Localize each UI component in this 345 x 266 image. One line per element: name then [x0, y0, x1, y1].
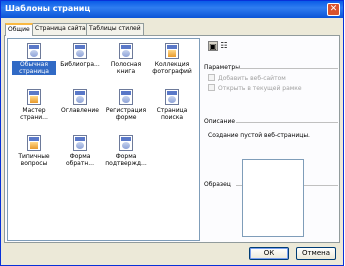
template-label: Оглавление [61, 107, 99, 114]
photo-gallery-page-icon [165, 43, 179, 59]
description-text: Создание пустой веб-страницы. [208, 132, 310, 139]
template-item[interactable]: Страница поиска [150, 89, 194, 131]
checkbox-label: Добавить веб-сайтом [218, 75, 286, 82]
checkbox-box [208, 84, 215, 91]
template-label: Типичные вопросы [18, 153, 50, 167]
close-icon: ✕ [329, 4, 338, 14]
template-label: Мастер страни... [20, 107, 48, 121]
template-item[interactable]: Обычная страница [12, 43, 56, 85]
window-title: Шаблоны страниц [5, 4, 91, 13]
guestbook-page-icon [119, 43, 133, 59]
template-label: Полосная книга [110, 61, 142, 75]
registration-form-page-icon [119, 89, 133, 105]
template-item[interactable]: Полосная книга [104, 43, 148, 85]
faq-page-icon [27, 135, 41, 151]
options-heading: Параметры [204, 64, 240, 71]
checkbox-label: Открыть в текущей рамке [218, 85, 302, 92]
template-item[interactable]: Типичные вопросы [12, 135, 56, 177]
checkbox-box [208, 74, 215, 81]
template-item[interactable]: Оглавление [58, 89, 102, 131]
add-to-site-checkbox[interactable]: Добавить веб-сайтом [208, 74, 286, 82]
table-of-contents-page-icon [73, 89, 87, 105]
template-item[interactable]: Библиогра... [58, 43, 102, 85]
cancel-button[interactable]: Отмена [296, 247, 336, 260]
page-templates-dialog: Шаблоны страниц ✕ Общие Страница сайта Т… [0, 0, 344, 266]
template-item[interactable]: Коллекция фотографий [150, 43, 194, 85]
template-label: Регистрация форме [105, 107, 147, 121]
feedback-form-page-icon [73, 135, 87, 151]
tab-style-sheets[interactable]: Таблицы стилей [86, 23, 144, 35]
tab-web-site[interactable]: Страница сайта [32, 23, 89, 35]
template-item[interactable]: Мастер страни... [12, 89, 56, 131]
preview-heading: Образец [204, 181, 231, 188]
template-item[interactable]: Форма подтвержд... [104, 135, 148, 177]
search-page-icon [165, 89, 179, 105]
close-button[interactable]: ✕ [327, 3, 340, 16]
list-view-icon[interactable]: ☷ [219, 41, 229, 51]
blank-page-icon [27, 43, 41, 59]
view-switcher: ▣ ☷ [208, 41, 230, 51]
template-label: Обычная страница [12, 61, 56, 75]
template-label: Коллекция фотографий [152, 61, 192, 75]
template-item[interactable]: Регистрация форме [104, 89, 148, 131]
template-label: Страница поиска [156, 107, 188, 121]
confirmation-form-page-icon [119, 135, 133, 151]
preview-box [242, 159, 304, 237]
description-divider [236, 122, 338, 123]
ok-button[interactable]: ОК [249, 247, 289, 260]
title-bar: Шаблоны страниц ✕ [1, 1, 343, 18]
template-label: Форма обратн... [66, 153, 94, 167]
options-divider [236, 68, 338, 69]
open-in-current-frame-checkbox[interactable]: Открыть в текущей рамке [208, 84, 302, 92]
template-label: Библиогра... [60, 61, 100, 68]
large-icons-view-icon[interactable]: ▣ [208, 41, 218, 51]
description-heading: Описание [204, 118, 236, 125]
template-item[interactable]: Форма обратн... [58, 135, 102, 177]
template-label: Форма подтвержд... [105, 153, 147, 167]
bibliography-page-icon [73, 43, 87, 59]
template-list[interactable]: Обычная страница Библиогра... Полосная к… [7, 38, 200, 241]
page-wizard-icon [27, 89, 41, 105]
tab-general[interactable]: Общие [5, 23, 33, 36]
